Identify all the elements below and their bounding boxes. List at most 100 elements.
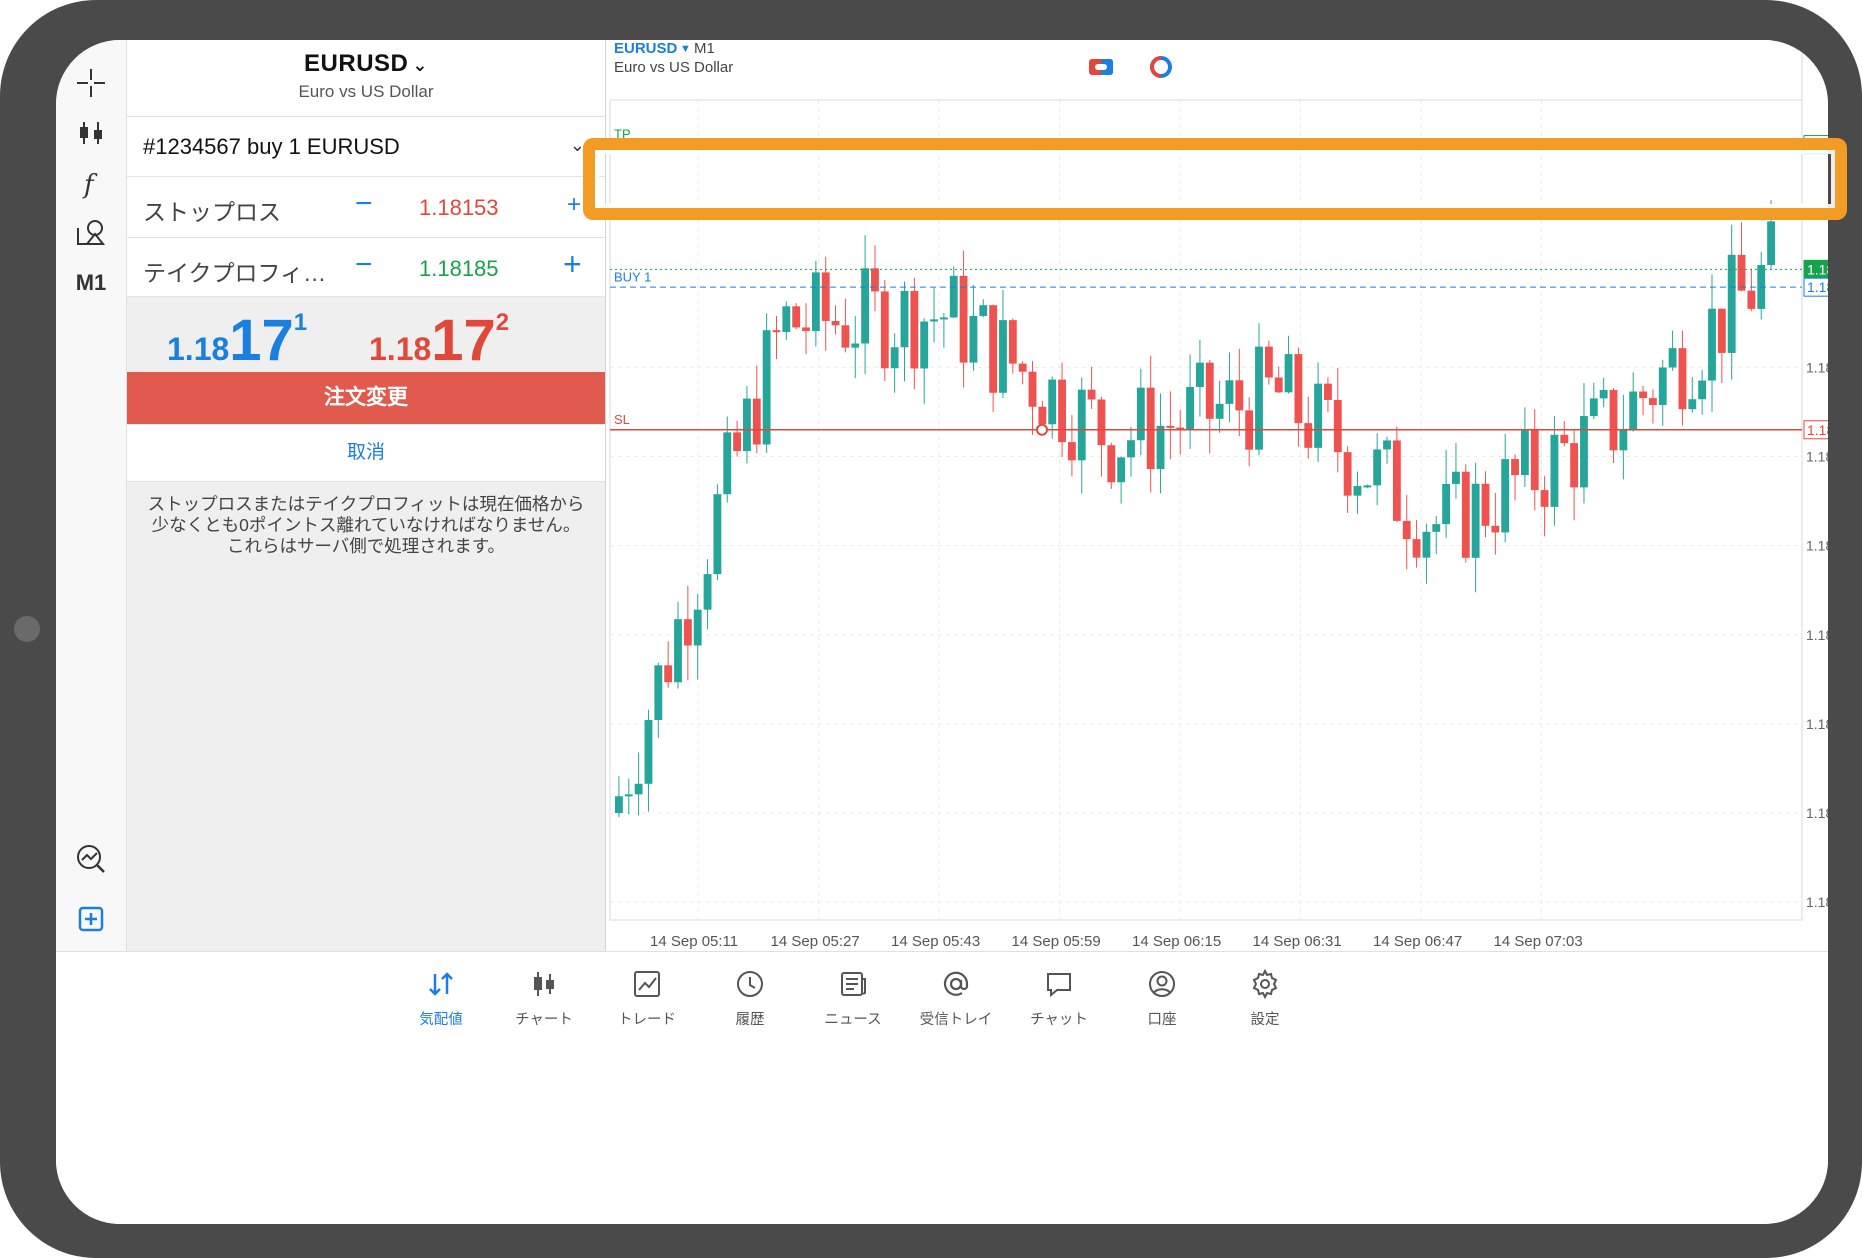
candle-body [634, 783, 643, 795]
nav-quotes[interactable]: 気配値 [398, 968, 484, 1029]
chart-symbol-chevron-icon[interactable]: ▼ [680, 43, 691, 55]
camera-dot [14, 616, 40, 642]
nav-chart[interactable]: チャート [501, 968, 587, 1029]
nav-trade[interactable]: トレード [604, 968, 690, 1029]
stop-loss-plus-button[interactable]: + [567, 191, 581, 219]
take-profit-plus-button[interactable]: + [563, 246, 582, 283]
nav-label: 履歴 [735, 1012, 765, 1028]
symbol-description: Euro vs US Dollar [298, 82, 434, 101]
candle-body [1107, 445, 1116, 483]
candle-body [1235, 380, 1244, 411]
candle-body [1402, 520, 1411, 540]
candle-body [861, 268, 870, 344]
candle-body [851, 343, 860, 348]
candle-body [1511, 459, 1519, 476]
x-tick-label: 14 Sep 05:27 [771, 933, 860, 950]
candle-body [910, 290, 919, 369]
candle-body [674, 619, 682, 683]
candle-body [802, 327, 810, 331]
nav-news[interactable]: ニュース [810, 968, 896, 1029]
y-tick-label: 1.18100 [1806, 894, 1828, 910]
candle-body [1501, 459, 1510, 533]
candle-body [1698, 380, 1707, 400]
candle-body [1392, 440, 1401, 521]
chart-symbol[interactable]: EURUSD [614, 40, 677, 57]
chart-description: Euro vs US Dollar [614, 59, 734, 76]
chart-type-icon[interactable] [56, 110, 126, 156]
candle-body [1156, 425, 1165, 470]
x-tick-label: 14 Sep 05:59 [1012, 933, 1101, 950]
candle-body [1353, 485, 1362, 496]
plot-border [609, 99, 1803, 921]
bid-price: 1.18171 [167, 307, 307, 374]
timeframe-button[interactable]: M1 [56, 260, 126, 306]
candle-body [1264, 346, 1273, 378]
new-order-icon[interactable] [56, 896, 126, 942]
candle-body [1580, 416, 1588, 488]
candle-body [920, 321, 929, 369]
nav-settings[interactable]: 設定 [1222, 968, 1308, 1029]
candle-body [733, 432, 742, 452]
candle-body [1491, 525, 1500, 533]
candle-body [1284, 354, 1293, 393]
candle-body [1452, 471, 1460, 484]
candle-body [1166, 425, 1175, 428]
nav-chat[interactable]: チャット [1016, 968, 1102, 1029]
candle-body [969, 315, 978, 363]
x-tick-label: 14 Sep 05:43 [891, 933, 980, 950]
symbol-name: EURUSD [304, 50, 409, 77]
candle-body [959, 275, 968, 363]
one-click-trading-icon[interactable] [1088, 56, 1114, 78]
bid-sup: 1 [293, 309, 308, 336]
candle-body [792, 306, 801, 328]
indicators-icon[interactable]: f [56, 160, 126, 206]
nav-history[interactable]: 履歴 [707, 968, 793, 1029]
candle-body [723, 432, 732, 495]
modify-order-button[interactable]: 注文変更 [127, 372, 605, 424]
candle-body [1333, 399, 1342, 453]
take-profit-value[interactable]: 1.18185 [419, 256, 499, 282]
candle-body [1255, 346, 1263, 450]
history-icon [737, 971, 763, 997]
candle-body [989, 305, 998, 393]
candle-body [1648, 398, 1657, 405]
candle-body [1599, 389, 1608, 399]
candle-body [1373, 449, 1382, 486]
candle-body [1412, 539, 1421, 558]
candle-body [930, 319, 938, 322]
ask-sup: 2 [495, 309, 510, 336]
crosshair-icon[interactable] [56, 60, 126, 106]
take-profit-minus-button[interactable]: − [355, 248, 373, 282]
signals-icon[interactable] [56, 836, 126, 882]
stop-loss-minus-button[interactable]: − [355, 187, 373, 221]
stop-loss-label: ストップロス [143, 199, 281, 225]
symbol-header[interactable]: EURUSD ⌄ Euro vs US Dollar [127, 40, 605, 117]
cancel-button[interactable]: 取消 [127, 425, 605, 482]
candle-body [1294, 354, 1303, 424]
ask-big: 17 [431, 308, 496, 373]
chart-icon [534, 972, 554, 996]
candle-body [683, 619, 692, 646]
candle-body [1461, 471, 1470, 558]
candle-body [999, 320, 1007, 393]
candle-body [1560, 434, 1569, 444]
candle-body [1530, 429, 1539, 491]
candle-body [1717, 308, 1726, 353]
candle-body [1442, 483, 1451, 525]
candle-body [1018, 363, 1027, 372]
candle-body [1737, 254, 1746, 291]
candle-body [713, 494, 722, 575]
nav-label: 口座 [1147, 1012, 1177, 1028]
candle-body [1767, 221, 1775, 265]
take-profit-label: テイクプロフィ… [143, 260, 327, 286]
nav-label: チャット [1030, 1012, 1088, 1028]
svg-text:f: f [82, 170, 98, 200]
x-tick-label: 14 Sep 06:47 [1373, 933, 1462, 950]
stop-loss-value[interactable]: 1.18153 [419, 195, 499, 221]
depth-of-market-icon[interactable] [1148, 56, 1174, 78]
objects-icon[interactable] [56, 210, 126, 256]
candle-body [1481, 483, 1490, 526]
nav-account[interactable]: 口座 [1119, 968, 1205, 1029]
nav-mailbox[interactable]: 受信トレイ [913, 968, 999, 1029]
order-selector[interactable]: #1234567 buy 1 EURUSD ⌄ [127, 117, 605, 177]
